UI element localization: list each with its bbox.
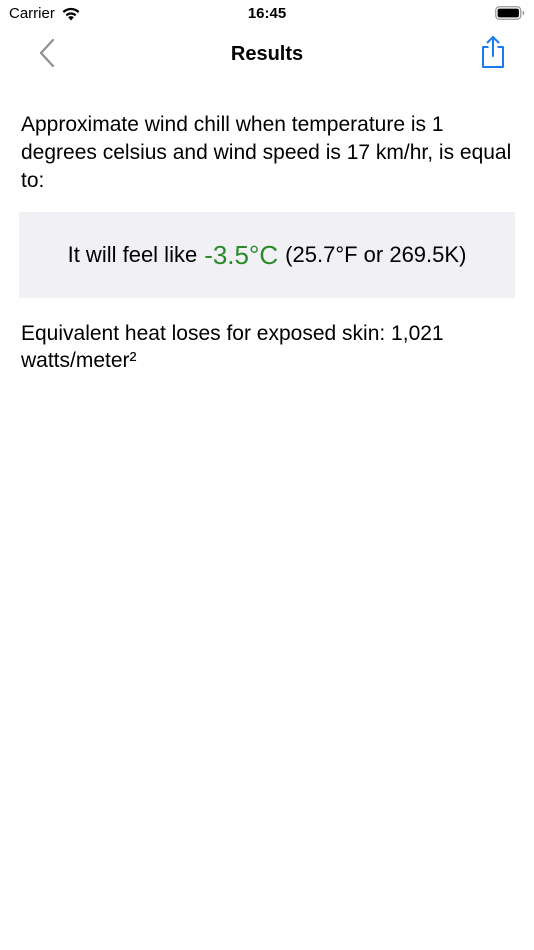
share-button[interactable] bbox=[478, 35, 508, 74]
share-icon bbox=[480, 35, 506, 74]
status-bar: Carrier 16:45 bbox=[0, 0, 534, 28]
result-prefix: It will feel like bbox=[67, 242, 198, 267]
feels-like-alternate-units: (25.7°F or 269.5K) bbox=[285, 242, 467, 267]
page-title: Results bbox=[230, 43, 304, 65]
status-time: 16:45 bbox=[247, 5, 287, 22]
battery-icon bbox=[495, 6, 525, 20]
result-box: It will feel like -3.5°C (25.7°F or 269.… bbox=[19, 212, 515, 298]
navigation-bar: Results bbox=[0, 28, 534, 84]
heat-loss-text: Equivalent heat loses for exposed skin: … bbox=[21, 322, 444, 372]
feels-like-value: -3.5°C bbox=[204, 239, 279, 270]
wind-chill-description: Approximate wind chill when temperature … bbox=[21, 113, 512, 192]
results-screen: Carrier 16:45 Results Approximate wind c… bbox=[0, 0, 534, 950]
